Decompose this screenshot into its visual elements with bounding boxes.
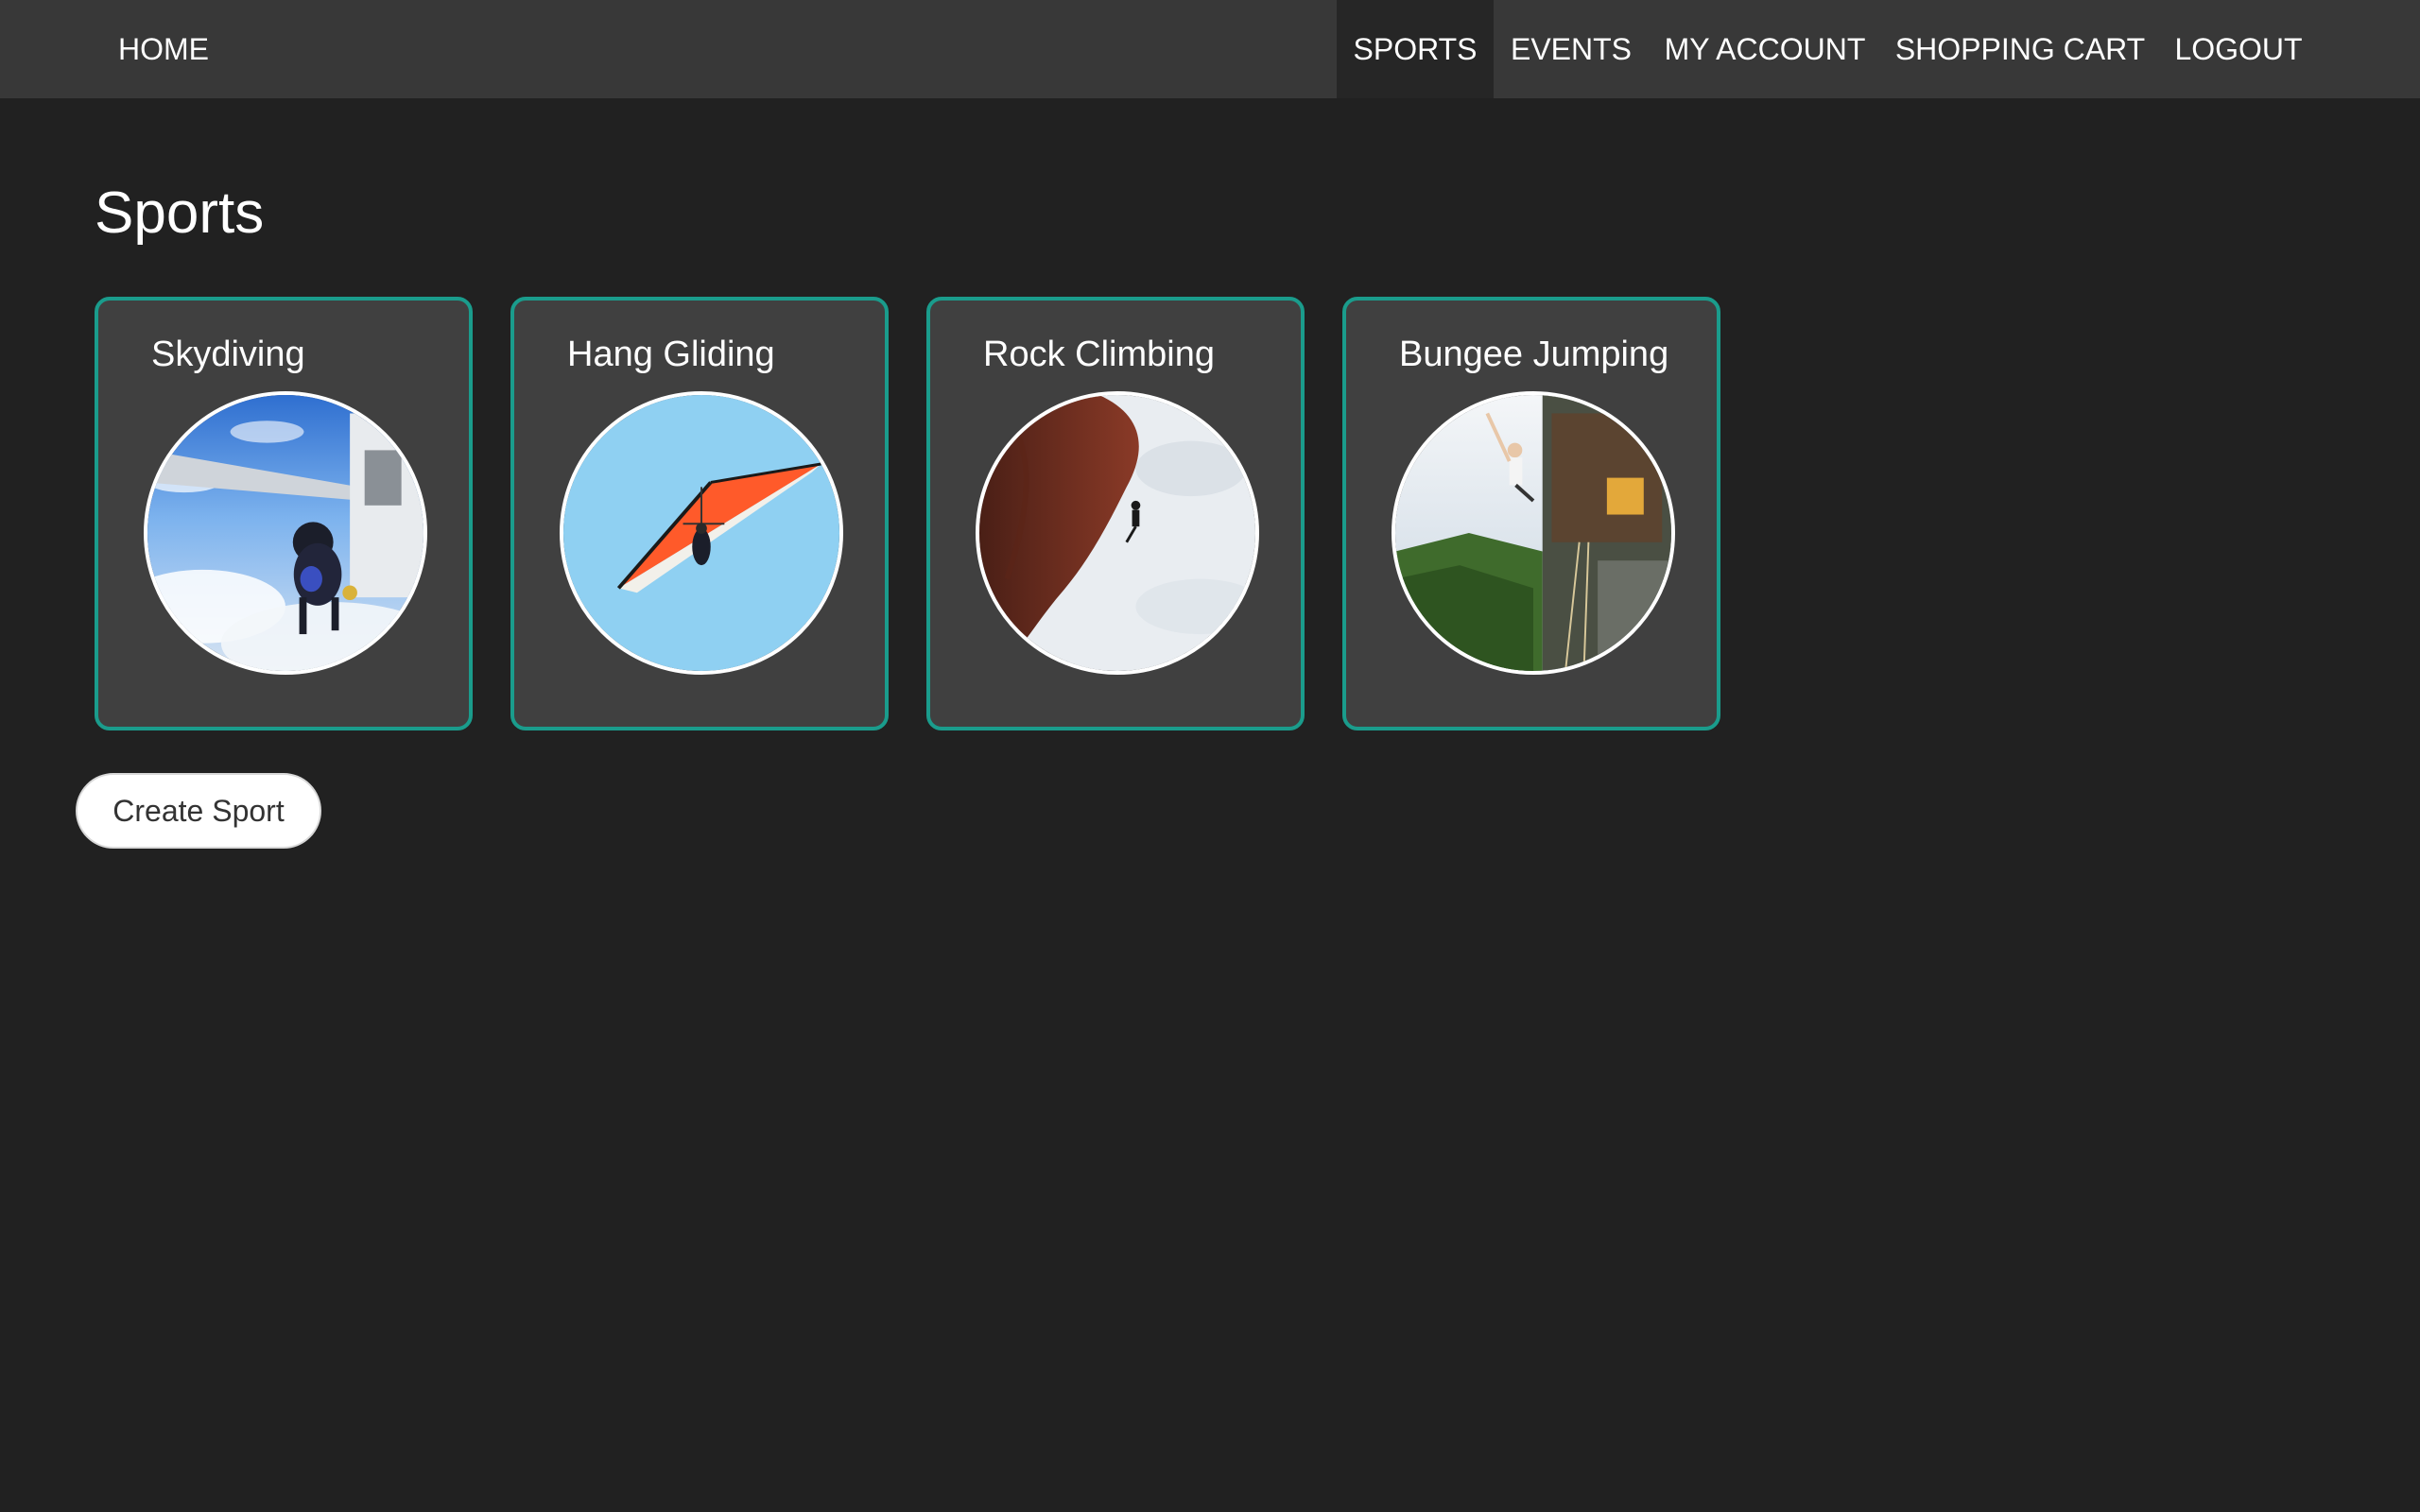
top-navbar: HOME SPORTS EVENTS MY ACCOUNT SHOPPING C… [0,0,2420,98]
nav-home-link[interactable]: HOME [95,0,233,98]
hang-gliding-photo [560,391,843,675]
page-title: Sports [95,180,265,246]
sport-card-title: Bungee Jumping [1399,335,1669,374]
sport-card-rock-climbing[interactable]: Rock Climbing [926,297,1305,730]
sport-card-skydiving[interactable]: Skydiving [95,297,473,730]
sport-card-bungee-jumping[interactable]: Bungee Jumping [1342,297,1720,730]
sport-card-title: Skydiving [151,335,305,374]
nav-my-account-link[interactable]: MY ACCOUNT [1649,0,1881,98]
skydiving-photo [144,391,427,675]
create-sport-button[interactable]: Create Sport [76,773,321,849]
nav-logout-link[interactable]: LOGOUT [2159,0,2318,98]
nav-shopping-cart-link[interactable]: SHOPPING CART [1881,0,2159,98]
sport-card-title: Rock Climbing [983,335,1215,374]
sport-card-hang-gliding[interactable]: Hang Gliding [510,297,889,730]
bungee-jumping-photo [1392,391,1675,675]
nav-sports-link[interactable]: SPORTS [1337,0,1494,98]
rock-climbing-photo [976,391,1259,675]
sport-card-title: Hang Gliding [567,335,775,374]
nav-events-link[interactable]: EVENTS [1494,0,1649,98]
